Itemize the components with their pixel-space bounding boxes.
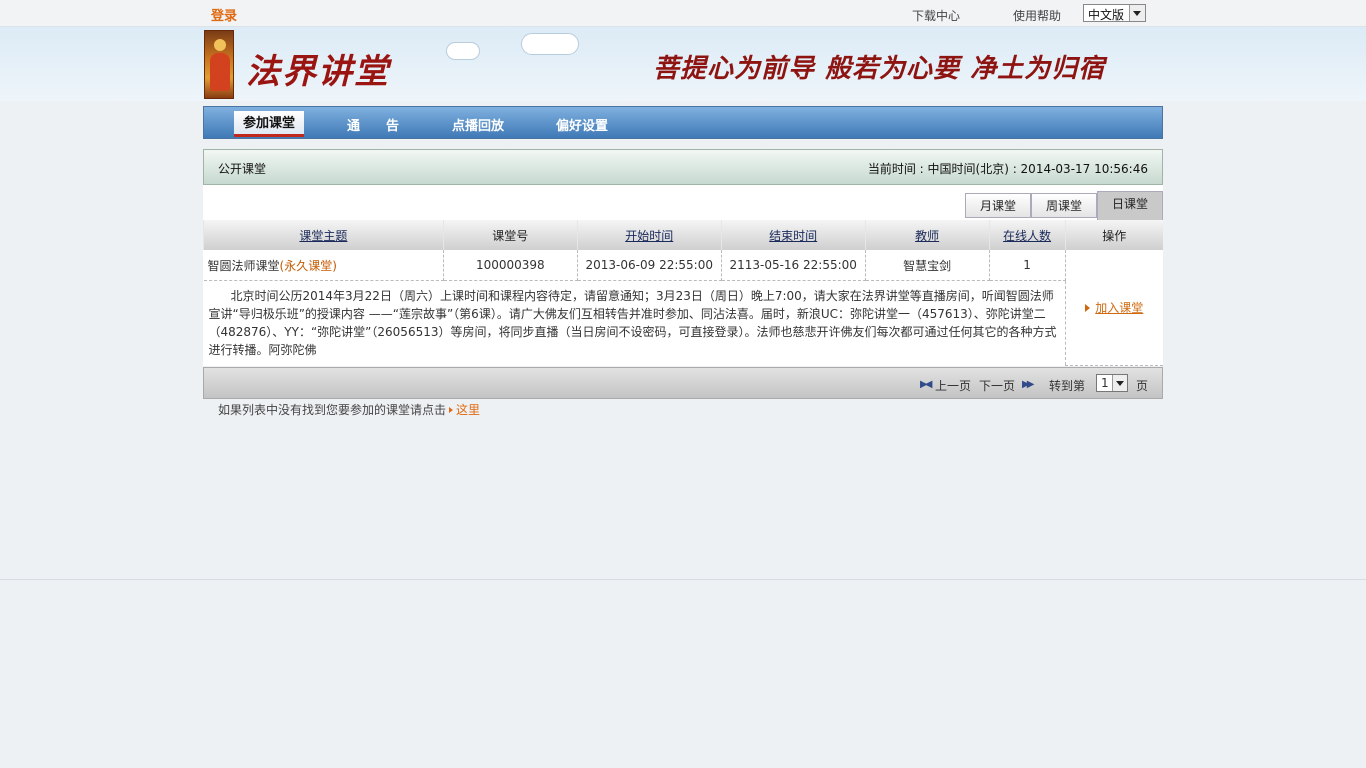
tab-daily[interactable]: 日课堂	[1097, 191, 1163, 221]
cell-class-id: 100000398	[443, 250, 578, 281]
not-found-note: 如果列表中没有找到您要参加的课堂请点击 这里	[218, 401, 480, 418]
nav-notice[interactable]: 通 告	[347, 115, 399, 134]
class-description: 北京时间公历2014年3月22日（周六）上课时间和课程内容待定，请留意通知；3月…	[203, 280, 1066, 365]
join-class-link[interactable]: 加入课堂	[1095, 301, 1143, 315]
site-title: 法界讲堂	[246, 52, 390, 92]
panel-header: 公开课堂 当前时间 : 中国时间(北京) : 2014-03-17 10:56:…	[203, 149, 1163, 185]
note-text: 如果列表中没有找到您要参加的课堂请点击	[218, 403, 447, 417]
table-row-description: 北京时间公历2014年3月22日（周六）上课时间和课程内容待定，请留意通知；3月…	[203, 280, 1164, 365]
login-link[interactable]: 登录	[211, 5, 237, 24]
cloud-decoration	[521, 33, 579, 55]
next-page-link[interactable]: 下一页	[979, 377, 1015, 394]
goto-label: 转到第	[1049, 379, 1086, 393]
col-class-id: 课堂号	[442, 220, 578, 250]
here-link[interactable]: 这里	[456, 403, 480, 417]
page-select[interactable]: 1	[1096, 374, 1128, 392]
language-select[interactable]: 中文版	[1083, 4, 1146, 22]
current-time: 当前时间 : 中国时间(北京) : 2014-03-17 10:56:46	[867, 162, 1148, 176]
tab-weekly[interactable]: 周课堂	[1031, 193, 1097, 218]
cloud-decoration	[446, 42, 480, 60]
banner-slogan: 菩提心为前导 般若为心要 净土为归宿	[653, 54, 1106, 84]
col-end-time[interactable]: 结束时间	[720, 220, 866, 250]
cell-teacher: 智慧宝剑	[865, 250, 990, 281]
col-topic[interactable]: 课堂主题	[203, 220, 444, 250]
cell-topic: 智圆法师课堂(永久课堂)	[203, 250, 444, 281]
nav-replay[interactable]: 点播回放	[452, 115, 504, 134]
first-page-icon[interactable]: ▶◀	[920, 379, 933, 390]
prev-page-link[interactable]: 上一页	[935, 377, 971, 394]
download-center-link[interactable]: 下载中心	[912, 7, 960, 24]
arrow-right-icon	[449, 407, 454, 413]
main-nav: 参加课堂 通 告 点播回放 偏好设置	[203, 106, 1163, 139]
cell-action: 加入课堂	[1065, 250, 1163, 366]
nav-join-class[interactable]: 参加课堂	[234, 111, 305, 137]
last-page-icon[interactable]: ▶▶	[1022, 379, 1035, 390]
col-online[interactable]: 在线人数	[988, 220, 1066, 250]
buddha-logo-image	[204, 30, 234, 99]
footer-divider	[0, 579, 1366, 580]
pagination-bar: ▶◀ 上一页 下一页 ▶▶ 转到第 1 页	[203, 367, 1163, 399]
cell-online: 1	[989, 250, 1066, 281]
col-start-time[interactable]: 开始时间	[576, 220, 722, 250]
permanent-tag: (永久课堂)	[279, 258, 337, 273]
cell-start-time: 2013-06-09 22:55:00	[577, 250, 722, 281]
nav-preferences[interactable]: 偏好设置	[556, 115, 608, 134]
tab-monthly[interactable]: 月课堂	[965, 193, 1031, 218]
table-row: 智圆法师课堂(永久课堂) 100000398 2013-06-09 22:55:…	[203, 250, 1163, 366]
col-action: 操作	[1064, 220, 1163, 250]
cell-end-time: 2113-05-16 22:55:00	[721, 250, 866, 281]
class-table: 课堂主题 课堂号 开始时间 结束时间 教师 在线人数 操作 智圆法师课堂(永久课…	[203, 220, 1163, 366]
panel-title: 公开课堂	[218, 162, 267, 176]
top-bar: 登录 下载中心 使用帮助 中文版	[0, 0, 1366, 27]
page-value: 1	[1101, 376, 1109, 390]
arrow-right-icon	[1085, 303, 1091, 312]
chevron-down-icon	[1112, 375, 1127, 391]
help-link[interactable]: 使用帮助	[1013, 7, 1061, 24]
language-value: 中文版	[1088, 8, 1125, 22]
tab-bar: 月课堂 周课堂 日课堂	[203, 185, 1163, 221]
page-unit-label: 页	[1136, 379, 1149, 393]
col-teacher[interactable]: 教师	[864, 220, 990, 250]
chevron-down-icon	[1129, 5, 1145, 21]
table-header-row: 课堂主题 课堂号 开始时间 结束时间 教师 在线人数 操作	[203, 220, 1163, 250]
